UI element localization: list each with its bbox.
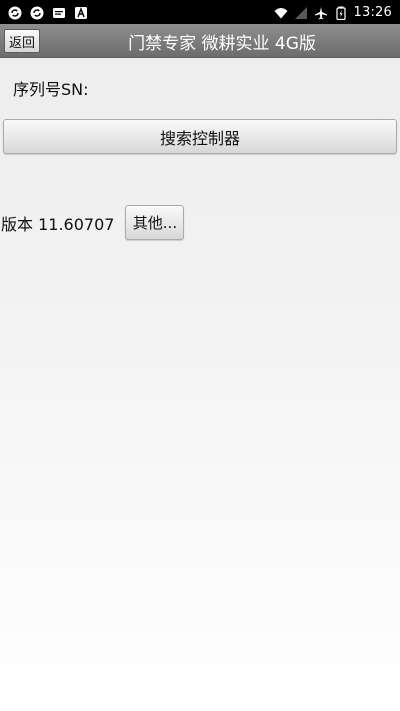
version-label: 版本 11.60707 [1, 214, 115, 234]
signal-icon [294, 5, 308, 19]
message-icon [52, 5, 66, 19]
wifi-icon [274, 5, 288, 19]
serial-number-label: 序列号SN: [13, 80, 89, 99]
status-right-icons: 13:26 [274, 4, 392, 21]
sync-icon [30, 5, 44, 20]
status-bar: 13:26 [0, 0, 400, 24]
status-time: 13:26 [353, 4, 392, 20]
title-bar: 返回 门禁专家 微耕实业 4G版 [0, 24, 400, 58]
airplane-icon [314, 5, 328, 20]
sync-icon [8, 5, 22, 20]
back-button[interactable]: 返回 [4, 29, 40, 53]
font-a-icon [74, 5, 88, 19]
search-controller-button[interactable]: 搜索控制器 [3, 119, 397, 154]
status-left-icons [8, 5, 88, 20]
battery-icon [334, 5, 348, 21]
version-row: 版本 11.60707 其他... [1, 205, 185, 240]
other-button[interactable]: 其他... [125, 205, 185, 240]
app-title: 门禁专家 微耕实业 4G版 [128, 33, 316, 54]
